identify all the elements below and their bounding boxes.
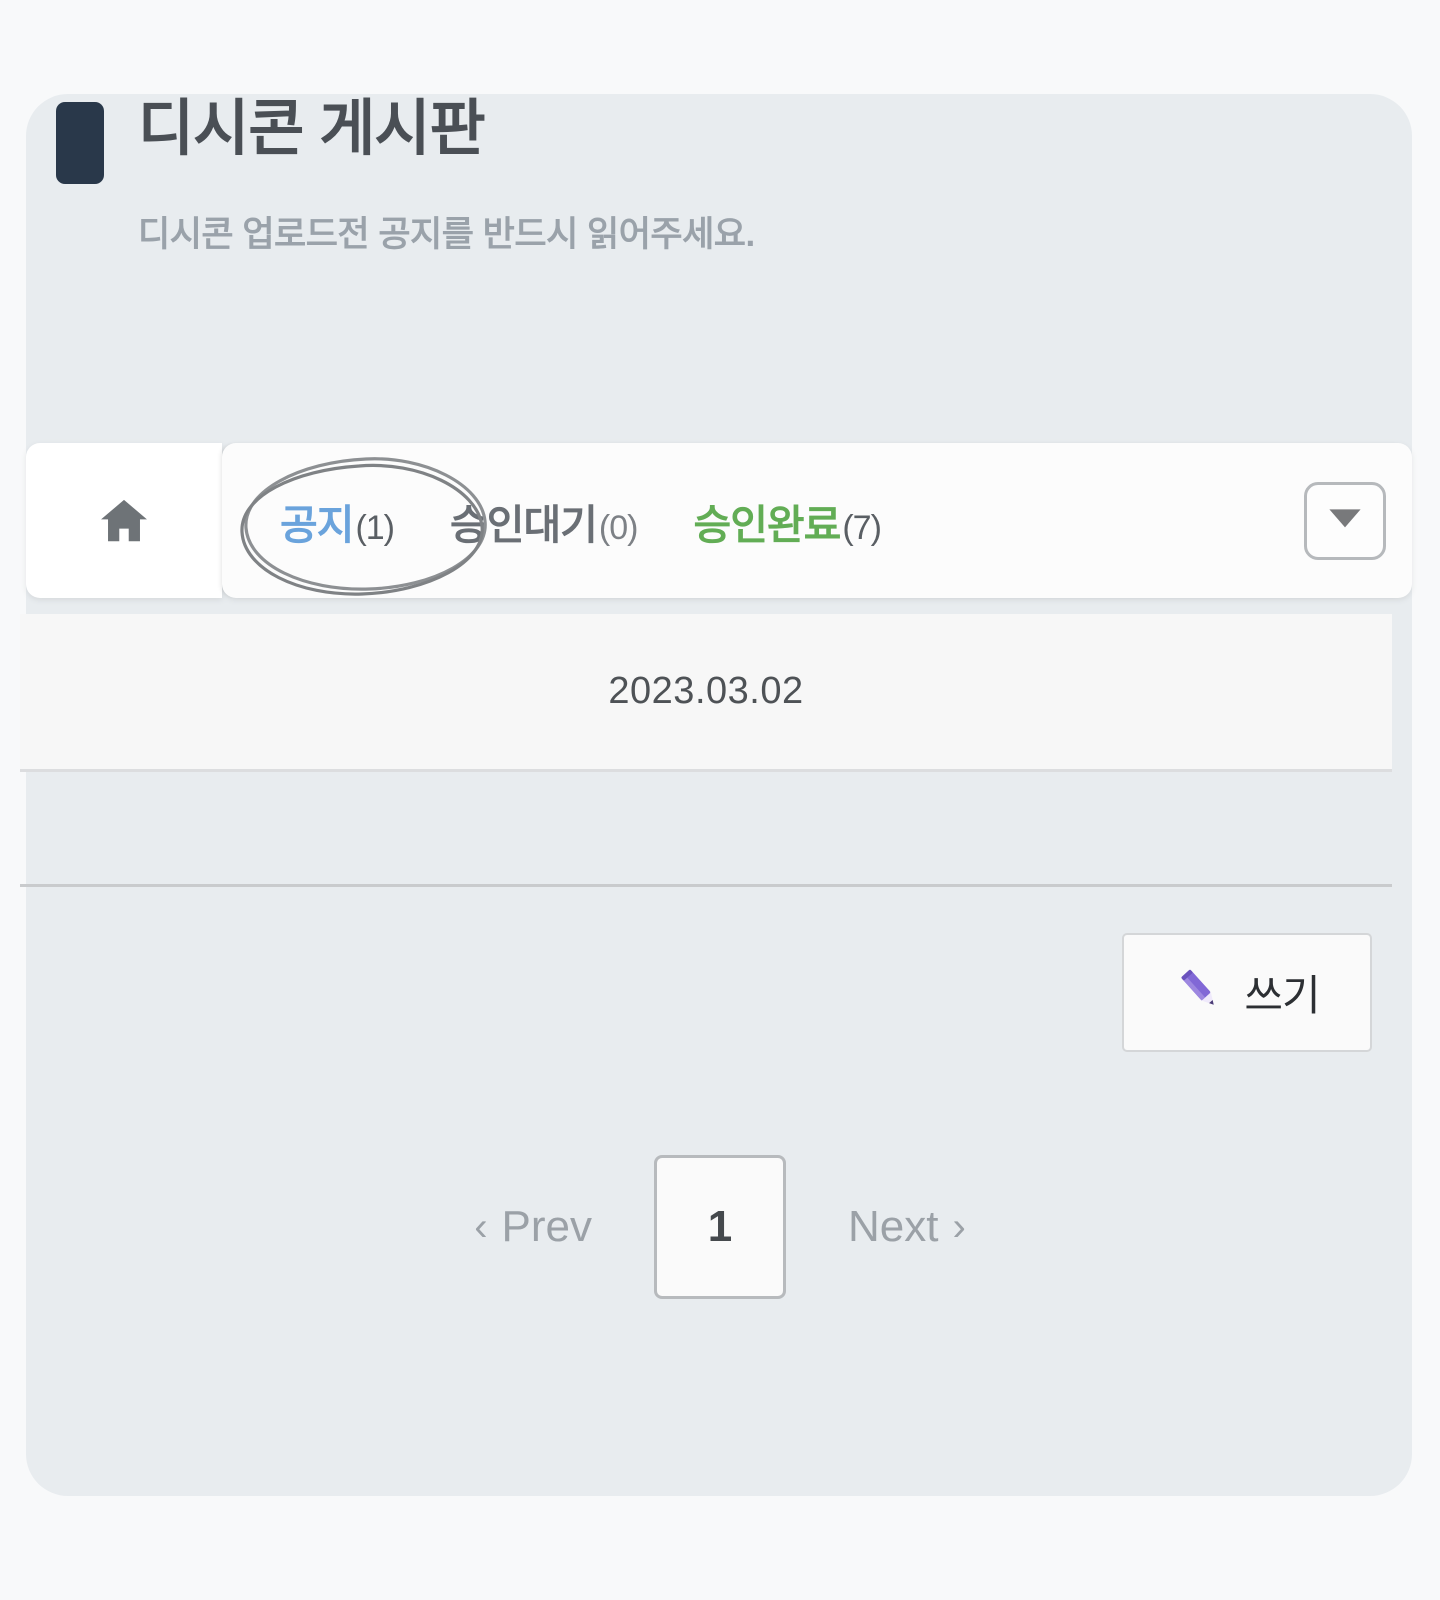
tab-approved[interactable]: 승인완료 (7) xyxy=(693,491,882,551)
table-row[interactable]: 2023.03.02 xyxy=(20,614,1392,772)
tab-approved-label: 승인완료 xyxy=(693,501,841,548)
list-bottom-divider xyxy=(20,884,1392,887)
tab-pending[interactable]: 승인대기 (0) xyxy=(450,491,639,551)
write-button[interactable]: 쓰기 xyxy=(1122,933,1372,1052)
tab-pending-label: 승인대기 xyxy=(450,501,598,548)
pagination-next-label: Next xyxy=(848,1202,939,1251)
tab-notice[interactable]: 공지 (1) xyxy=(280,491,395,551)
chevron-right-icon: › xyxy=(952,1204,966,1249)
title-accent-badge xyxy=(56,102,104,184)
page-title: 디시콘 게시판 xyxy=(138,94,486,162)
tab-pending-count: (0) xyxy=(598,508,639,547)
home-icon xyxy=(95,494,153,548)
chevron-down-icon xyxy=(1325,505,1365,536)
pagination-next[interactable]: Next › xyxy=(848,1202,966,1252)
post-date: 2023.03.02 xyxy=(608,670,804,712)
home-button[interactable] xyxy=(26,443,222,598)
chevron-left-icon: ‹ xyxy=(474,1204,488,1249)
pagination: ‹ Prev 1 Next › xyxy=(0,1155,1440,1299)
tab-notice-count: (1) xyxy=(355,508,395,547)
pagination-prev[interactable]: ‹ Prev xyxy=(474,1202,592,1252)
tab-notice-label: 공지 xyxy=(280,501,354,548)
post-list: 2023.03.02 xyxy=(20,614,1392,772)
tab-approved-count: (7) xyxy=(842,508,882,547)
board-tabbar: 공지 (1) 승인대기 (0) 승인완료 (7) xyxy=(26,443,1412,598)
write-button-label: 쓰기 xyxy=(1244,972,1320,1019)
tab-dropdown-button[interactable] xyxy=(1304,481,1386,560)
pagination-page-1[interactable]: 1 xyxy=(654,1155,786,1299)
pencil-icon xyxy=(1174,964,1226,1021)
pagination-prev-label: Prev xyxy=(501,1202,592,1251)
page-subtitle: 디시콘 업로드전 공지를 반드시 읽어주세요. xyxy=(138,215,755,254)
tab-group: 공지 (1) 승인대기 (0) 승인완료 (7) xyxy=(222,443,1412,598)
board-title-row: 디시콘 게시판 xyxy=(56,96,1256,184)
board-header: 디시콘 게시판 디시콘 업로드전 공지를 반드시 읽어주세요. xyxy=(56,96,1256,257)
pagination-current-label: 1 xyxy=(707,1202,733,1251)
